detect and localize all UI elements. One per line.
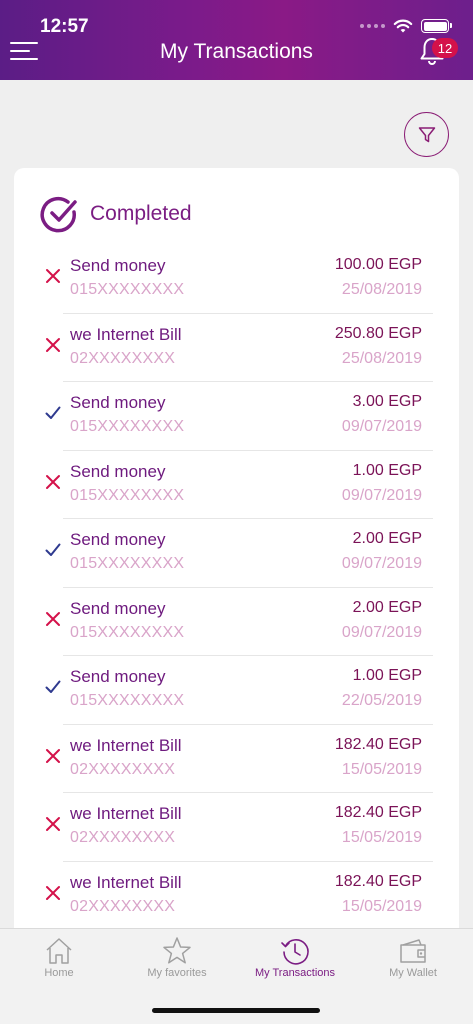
tab-label: My favorites (147, 967, 207, 979)
transaction-date: 25/08/2019 (341, 349, 422, 367)
tab-label: Home (44, 967, 74, 979)
transaction-date: 09/07/2019 (341, 418, 422, 435)
transaction-date: 09/07/2019 (341, 486, 422, 504)
transaction-number: 02XXXXXXXX (70, 897, 176, 915)
transaction-row[interactable]: we Internet Bill 02XXXXXXXX 250.80 EGP 2… (14, 314, 459, 382)
transaction-amount: 1.00 EGP (352, 667, 422, 684)
success-check-icon (45, 543, 61, 556)
status-time: 12:57 (40, 16, 89, 37)
completed-check-icon (40, 196, 77, 233)
transaction-number: 015XXXXXXXX (70, 623, 185, 641)
notification-badge: 12 (432, 38, 458, 58)
failed-x-icon (46, 474, 60, 489)
tab-my-transactions[interactable]: My Transactions (236, 929, 354, 989)
status-indicators (360, 18, 452, 34)
failed-x-icon (46, 337, 60, 352)
transaction-number: 015XXXXXXXX (70, 692, 185, 709)
transaction-date: 15/05/2019 (341, 829, 422, 846)
transaction-title: we Internet Bill (70, 324, 182, 344)
tab-label: My Transactions (254, 967, 336, 979)
transaction-amount: 100.00 EGP (334, 256, 422, 273)
signal-icon (360, 24, 385, 28)
transaction-title: Send money (70, 461, 166, 481)
transaction-title: Send money (70, 598, 166, 618)
transaction-date: 09/07/2019 (341, 555, 422, 572)
failed-x-icon (46, 817, 60, 831)
transaction-amount: 2.00 EGP (352, 598, 422, 616)
transaction-number: 02XXXXXXXX (70, 760, 176, 778)
wifi-icon (393, 19, 413, 33)
transaction-date: 15/05/2019 (341, 897, 422, 915)
page-title: My Transactions (160, 40, 313, 63)
section-header: Completed (40, 194, 192, 234)
transaction-date: 22/05/2019 (341, 692, 422, 709)
transaction-list: Send money 015XXXXXXXX 100.00 EGP 25/08/… (14, 245, 459, 930)
home-indicator (152, 1008, 320, 1013)
home-icon (46, 938, 72, 964)
transaction-number: 015XXXXXXXX (70, 486, 185, 504)
failed-x-icon (46, 885, 60, 900)
transaction-title: we Internet Bill (70, 804, 182, 823)
transaction-row[interactable]: Send money 015XXXXXXXX 1.00 EGP 22/05/20… (14, 656, 459, 725)
transaction-title: Send money (70, 393, 166, 412)
transaction-title: we Internet Bill (70, 735, 182, 755)
transaction-amount: 182.40 EGP (334, 735, 422, 753)
battery-icon (421, 19, 452, 33)
transaction-date: 09/07/2019 (341, 623, 422, 641)
failed-x-icon (46, 748, 60, 763)
transaction-row[interactable]: Send money 015XXXXXXXX 3.00 EGP 09/07/20… (14, 382, 459, 451)
success-check-icon (45, 406, 61, 419)
transactions-card: Completed Send money 015XXXXXXXX 100.00 … (14, 168, 459, 938)
transaction-number: 02XXXXXXXX (70, 829, 176, 846)
transaction-row[interactable]: we Internet Bill 02XXXXXXXX 182.40 EGP 1… (14, 725, 459, 793)
transaction-row[interactable]: we Internet Bill 02XXXXXXXX 182.40 EGP 1… (14, 793, 459, 862)
tab-my-favorites[interactable]: My favorites (118, 929, 236, 989)
transaction-row[interactable]: Send money 015XXXXXXXX 1.00 EGP 09/07/20… (14, 451, 459, 519)
tab-label: My Wallet (389, 967, 437, 979)
transaction-amount: 250.80 EGP (334, 324, 422, 342)
wallet-icon (400, 939, 426, 963)
transaction-amount: 3.00 EGP (352, 393, 422, 410)
transaction-amount: 182.40 EGP (334, 804, 422, 821)
transaction-row[interactable]: we Internet Bill 02XXXXXXXX 182.40 EGP 1… (14, 862, 459, 931)
failed-x-icon (46, 269, 60, 283)
transaction-number: 015XXXXXXXX (70, 418, 185, 435)
transaction-date: 15/05/2019 (341, 760, 422, 778)
transaction-number: 015XXXXXXXX (70, 281, 185, 298)
tab-home[interactable]: Home (0, 929, 118, 989)
section-title: Completed (90, 202, 192, 225)
failed-x-icon (46, 611, 60, 626)
transaction-date: 25/08/2019 (341, 281, 422, 298)
transaction-number: 015XXXXXXXX (70, 555, 185, 572)
transaction-amount: 2.00 EGP (352, 530, 422, 547)
app-header: 12:57 My Transactions 12 (0, 0, 473, 80)
star-icon (163, 937, 191, 964)
transaction-title: Send money (70, 256, 166, 275)
transaction-amount: 1.00 EGP (352, 461, 422, 479)
transaction-title: Send money (70, 530, 166, 549)
transaction-row[interactable]: Send money 015XXXXXXXX 2.00 EGP 09/07/20… (14, 519, 459, 588)
transaction-amount: 182.40 EGP (334, 872, 422, 890)
success-check-icon (45, 680, 61, 693)
transaction-row[interactable]: Send money 015XXXXXXXX 100.00 EGP 25/08/… (14, 245, 459, 314)
transaction-number: 02XXXXXXXX (70, 349, 176, 367)
filter-icon (418, 126, 435, 142)
transaction-title: Send money (70, 667, 166, 686)
filter-button[interactable] (404, 112, 449, 157)
transaction-row[interactable]: Send money 015XXXXXXXX 2.00 EGP 09/07/20… (14, 588, 459, 656)
history-icon (281, 939, 309, 965)
tab-my-wallet[interactable]: My Wallet (354, 929, 472, 989)
transaction-title: we Internet Bill (70, 872, 182, 892)
